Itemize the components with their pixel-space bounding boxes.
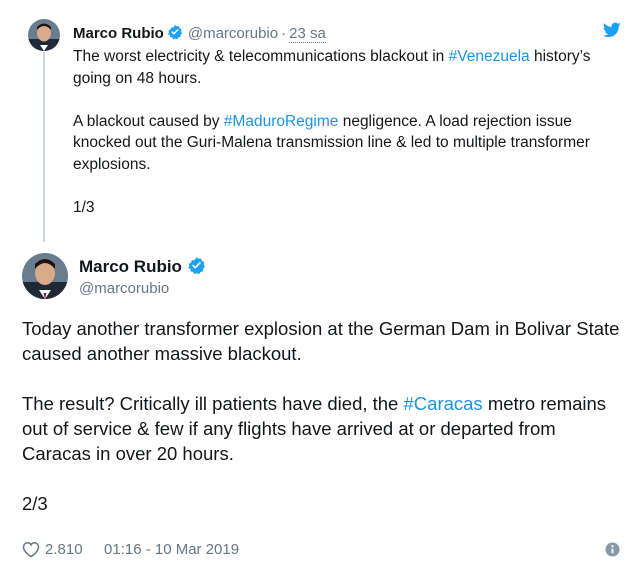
author-name[interactable]: Marco Rubio xyxy=(73,25,164,42)
thread-counter: 1/3 xyxy=(73,198,95,216)
twitter-bird-icon[interactable] xyxy=(602,22,621,38)
author-handle[interactable]: @marcorubio xyxy=(188,25,278,42)
parent-tweet[interactable]: Marco Rubio @marcorubio · 23 sa The worst e… xyxy=(0,0,640,244)
info-icon[interactable] xyxy=(605,542,620,557)
avatar[interactable] xyxy=(22,253,68,299)
tweet-text: Today another transformer explosion at t… xyxy=(22,316,622,516)
paragraph: The result? Critically ill patients have… xyxy=(22,391,622,466)
tweet-timestamp[interactable]: 01:16 - 10 Mar 2019 xyxy=(104,541,239,558)
heart-icon[interactable] xyxy=(22,541,40,558)
author-name-text: Marco Rubio xyxy=(79,257,182,276)
verified-badge-icon xyxy=(167,24,183,46)
separator-dot: · xyxy=(281,25,287,42)
hashtag-link[interactable]: #MaduroRegime xyxy=(224,113,339,130)
thread-counter: 2/3 xyxy=(22,493,48,514)
tweet-footer: 2.810 01:16 - 10 Mar 2019 xyxy=(22,539,622,561)
author-handle[interactable]: @marcorubio xyxy=(79,279,169,299)
text-run: A blackout caused by xyxy=(73,112,224,130)
thread-line xyxy=(43,52,45,242)
text-run: The worst electricity & telecommunicatio… xyxy=(73,48,449,65)
tweet-time[interactable]: 23 sa xyxy=(289,25,326,43)
hashtag-link[interactable]: #Caracas xyxy=(404,393,483,414)
paragraph: The worst electricity & telecommunicatio… xyxy=(73,46,618,89)
text-run: The result? Critically ill patients have… xyxy=(22,393,404,414)
like-count[interactable]: 2.810 xyxy=(45,541,83,558)
hashtag-link[interactable]: #Venezuela xyxy=(449,48,530,65)
verified-badge-icon xyxy=(187,256,206,281)
paragraph: A blackout caused by #MaduroRegime negli… xyxy=(73,111,618,176)
avatar[interactable] xyxy=(28,19,60,51)
tweet-text: The worst electricity & telecommunicatio… xyxy=(73,46,618,218)
author-name[interactable]: Marco Rubio xyxy=(79,256,206,281)
paragraph: Today another transformer explosion at t… xyxy=(22,318,620,364)
tweet-header: Marco Rubio @marcorubio · 23 sa xyxy=(73,24,326,46)
